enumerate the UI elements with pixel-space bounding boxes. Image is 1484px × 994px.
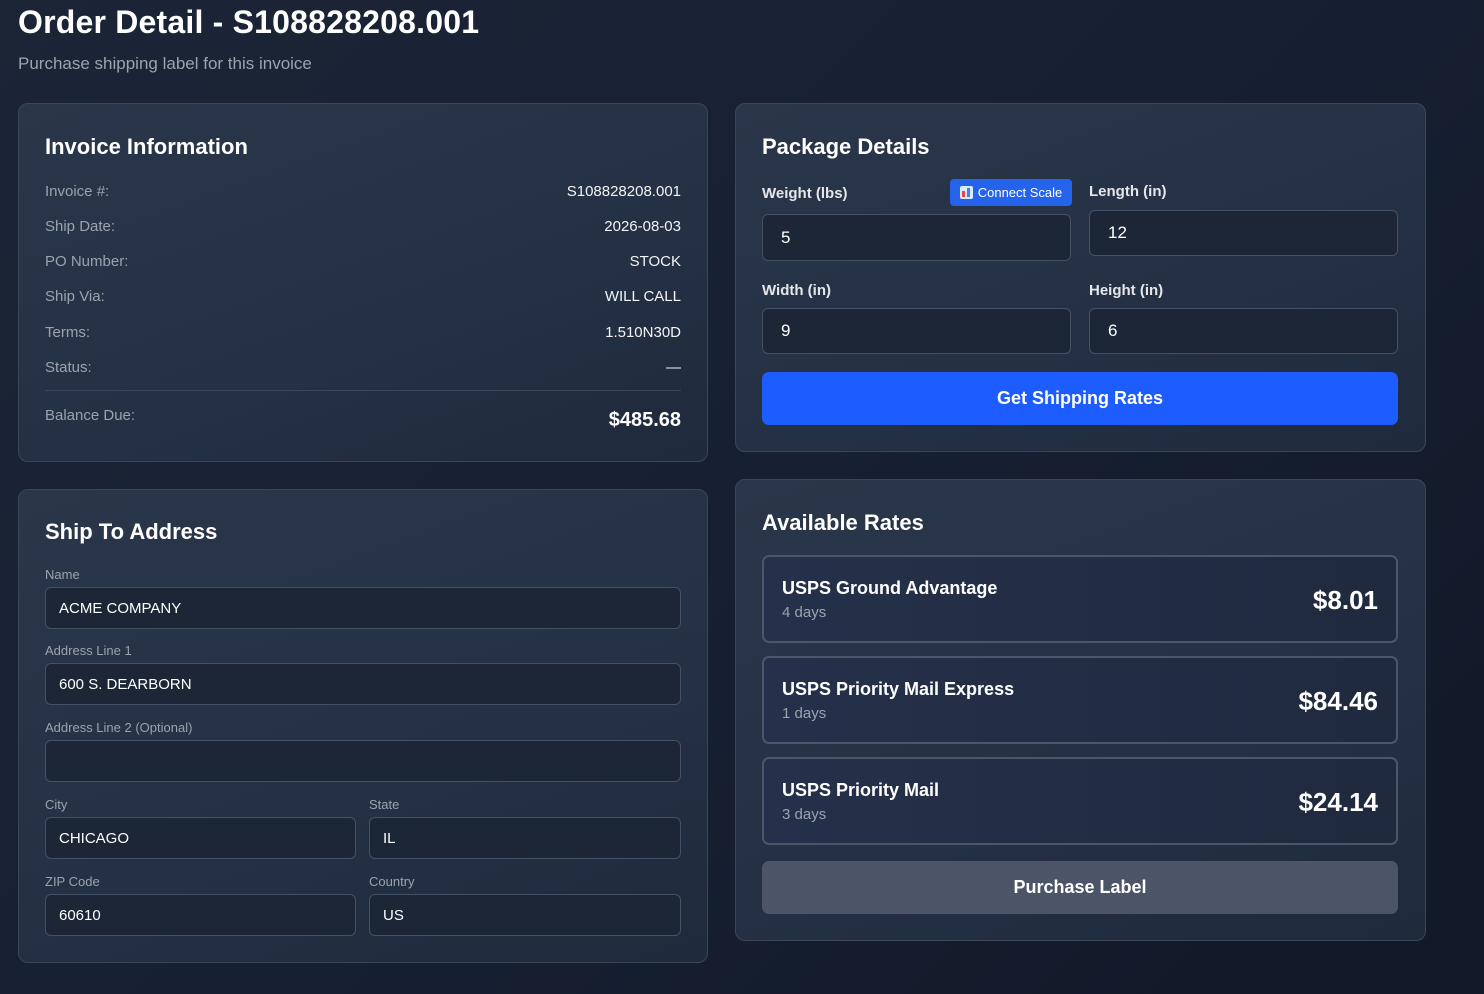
available-rates-card: Available Rates USPS Ground Advantage 4 … bbox=[735, 479, 1426, 941]
length-input[interactable] bbox=[1089, 210, 1398, 256]
invoice-row-status: Status: — bbox=[45, 356, 681, 378]
rate-price: $8.01 bbox=[1312, 585, 1378, 615]
rates-card-title: Available Rates bbox=[762, 510, 924, 535]
state-input[interactable] bbox=[369, 817, 681, 859]
invoice-row-ship-via: Ship Via: WILL CALL bbox=[45, 285, 681, 307]
rate-days: 3 days bbox=[782, 806, 827, 823]
address-line-1-input[interactable] bbox=[45, 663, 681, 705]
address-line-2-input[interactable] bbox=[45, 740, 681, 782]
ship-date-value: 2026-08-03 bbox=[604, 217, 681, 235]
invoice-row-balance-due: Balance Due: $485.68 bbox=[45, 406, 681, 434]
city-label: City bbox=[45, 797, 68, 812]
rate-option-priority-mail-express[interactable]: USPS Priority Mail Express 1 days $84.46 bbox=[762, 656, 1398, 744]
address-line-1-label: Address Line 1 bbox=[45, 643, 132, 658]
weight-label: Weight (lbs) bbox=[762, 185, 848, 202]
invoice-row-terms: Terms: 1.510N30D bbox=[45, 321, 681, 343]
invoice-number-label: Invoice #: bbox=[45, 182, 110, 200]
invoice-divider bbox=[45, 390, 681, 391]
height-label: Height (in) bbox=[1089, 282, 1164, 299]
ship-via-value: WILL CALL bbox=[604, 287, 681, 305]
ship-to-card-title: Ship To Address bbox=[45, 519, 218, 544]
balance-due-value: $485.68 bbox=[608, 409, 681, 431]
rate-days: 4 days bbox=[782, 604, 827, 621]
country-label: Country bbox=[369, 874, 415, 889]
ship-via-label: Ship Via: bbox=[45, 287, 105, 305]
invoice-row-invoice-number: Invoice #: S108828208.001 bbox=[45, 180, 681, 202]
package-details-card: Package Details Weight (lbs) Connect Sca… bbox=[735, 103, 1426, 452]
rate-name: USPS Priority Mail Express bbox=[782, 679, 1015, 699]
terms-label: Terms: bbox=[45, 323, 90, 341]
get-shipping-rates-button[interactable]: Get Shipping Rates bbox=[762, 372, 1398, 425]
name-label: Name bbox=[45, 567, 80, 582]
zip-code-label: ZIP Code bbox=[45, 874, 100, 889]
page-title: Order Detail - S108828208.001 bbox=[18, 4, 480, 40]
page-subtitle: Purchase shipping label for this invoice bbox=[18, 54, 312, 73]
invoice-row-po-number: PO Number: STOCK bbox=[45, 250, 681, 272]
country-input[interactable] bbox=[369, 894, 681, 936]
invoice-card-title: Invoice Information bbox=[45, 134, 248, 159]
invoice-number-value: S108828208.001 bbox=[566, 182, 681, 200]
name-input[interactable] bbox=[45, 587, 681, 629]
zip-code-input[interactable] bbox=[45, 894, 356, 936]
connect-scale-button[interactable]: Connect Scale bbox=[950, 179, 1072, 206]
rate-price: $84.46 bbox=[1298, 686, 1378, 716]
rate-option-priority-mail[interactable]: USPS Priority Mail 3 days $24.14 bbox=[762, 757, 1398, 845]
city-input[interactable] bbox=[45, 817, 356, 859]
invoice-information-card: Invoice Information Invoice #: S10882820… bbox=[18, 103, 708, 462]
ship-date-label: Ship Date: bbox=[45, 217, 116, 235]
bar-chart-icon bbox=[959, 186, 973, 199]
status-value: — bbox=[666, 358, 681, 376]
connect-scale-label: Connect Scale bbox=[977, 185, 1063, 200]
width-label: Width (in) bbox=[762, 282, 832, 299]
rate-name: USPS Ground Advantage bbox=[782, 578, 998, 598]
weight-input[interactable] bbox=[762, 214, 1071, 261]
address-line-2-label: Address Line 2 (Optional) bbox=[45, 720, 193, 735]
rate-option-ground-advantage[interactable]: USPS Ground Advantage 4 days $8.01 bbox=[762, 555, 1398, 643]
ship-to-address-card: Ship To Address Name Address Line 1 Addr… bbox=[18, 489, 708, 963]
package-card-title: Package Details bbox=[762, 134, 930, 159]
rate-price: $24.14 bbox=[1298, 787, 1378, 817]
rate-days: 1 days bbox=[782, 705, 827, 722]
rate-name: USPS Priority Mail bbox=[782, 780, 940, 800]
status-label: Status: bbox=[45, 358, 92, 376]
state-label: State bbox=[369, 797, 400, 812]
width-input[interactable] bbox=[762, 308, 1071, 354]
height-input[interactable] bbox=[1089, 308, 1398, 354]
length-label: Length (in) bbox=[1089, 183, 1167, 200]
invoice-row-ship-date: Ship Date: 2026-08-03 bbox=[45, 215, 681, 237]
po-number-value: STOCK bbox=[629, 252, 681, 270]
purchase-label-button[interactable]: Purchase Label bbox=[762, 861, 1398, 914]
terms-value: 1.510N30D bbox=[605, 323, 681, 341]
po-number-label: PO Number: bbox=[45, 252, 129, 270]
balance-due-label: Balance Due: bbox=[45, 407, 136, 424]
